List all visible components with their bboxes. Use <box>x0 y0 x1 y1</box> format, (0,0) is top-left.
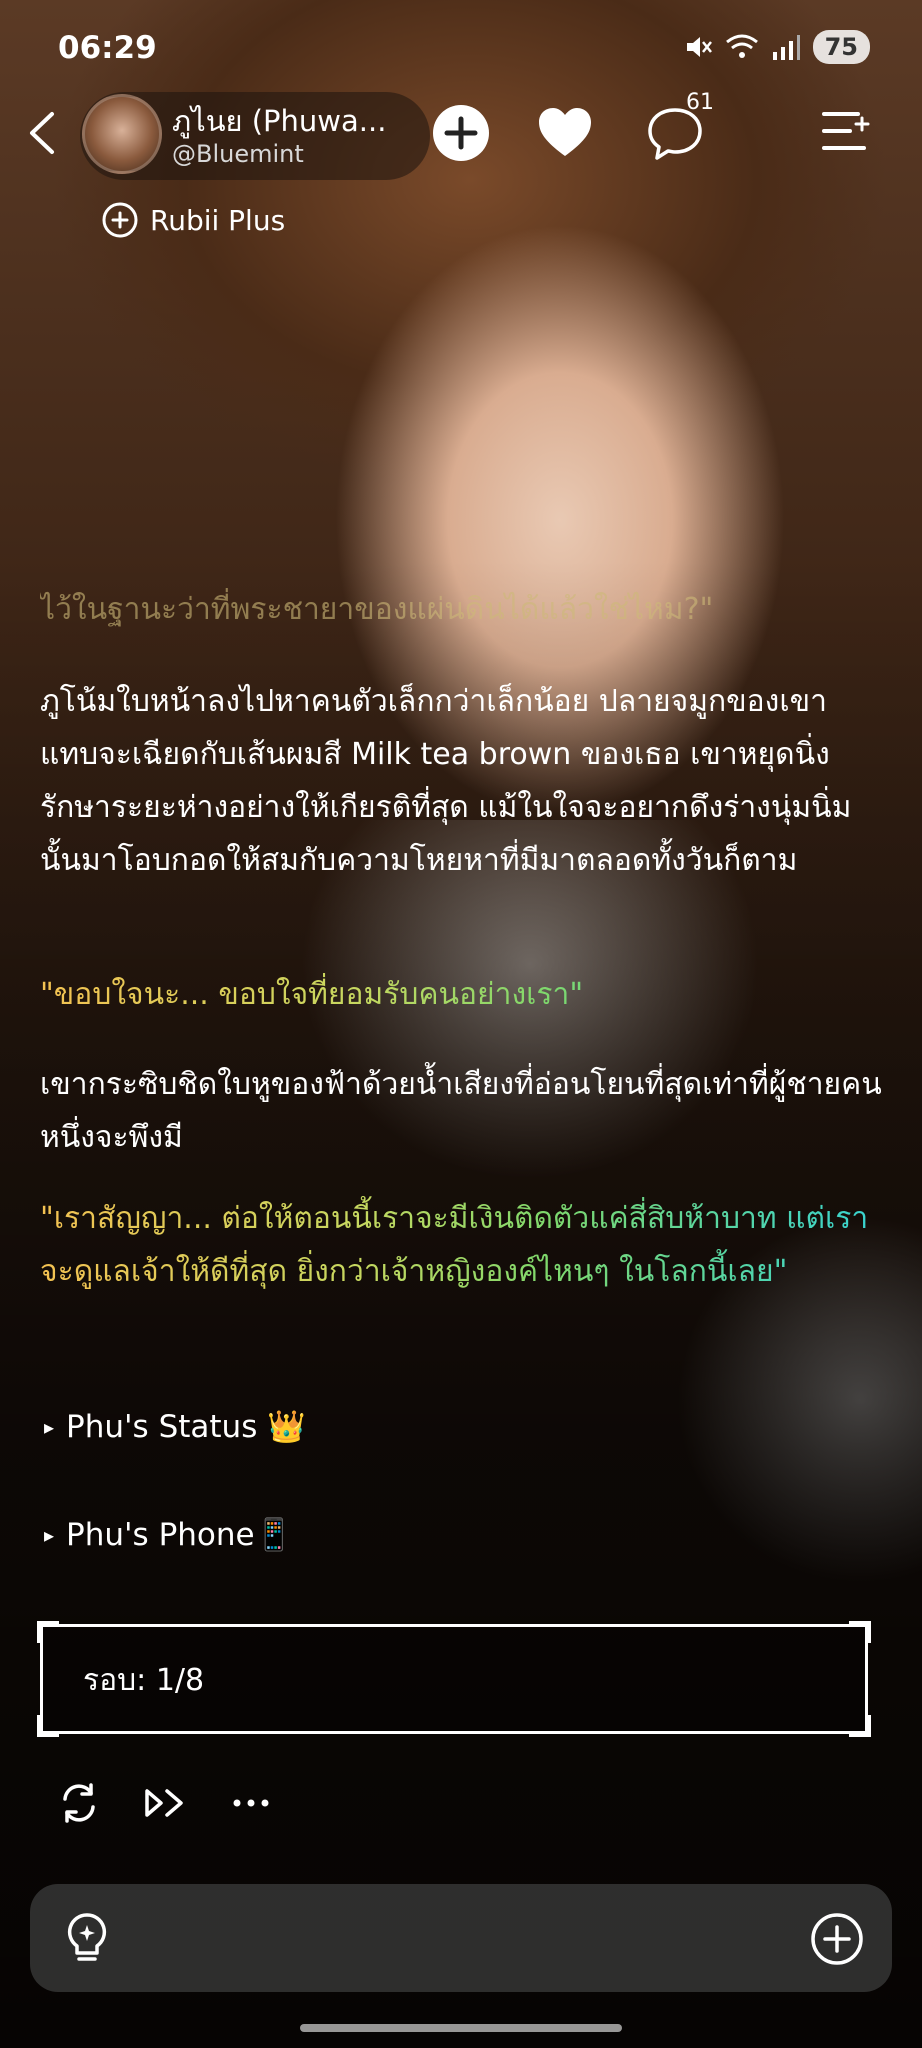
add-icon <box>433 105 489 161</box>
battery-indicator: 75 <box>812 30 870 64</box>
status-toggle[interactable]: ▸ Phu's Status 👑 <box>44 1408 306 1445</box>
back-button[interactable] <box>22 110 68 156</box>
follow-button[interactable] <box>432 104 490 162</box>
phone-toggle[interactable]: ▸ Phu's Phone📱 <box>44 1516 293 1553</box>
clock: 06:29 <box>58 30 157 66</box>
character-handle: @Bluemint <box>172 140 304 168</box>
status-bar: 06:29 75 <box>0 0 922 100</box>
avatar[interactable] <box>82 94 162 174</box>
comment-count: 61 <box>686 90 714 115</box>
signal-icon <box>772 35 800 60</box>
continue-button[interactable] <box>142 1780 188 1826</box>
heart-icon <box>539 108 591 156</box>
regenerate-button[interactable] <box>56 1780 102 1826</box>
menu-button[interactable] <box>820 108 870 158</box>
paragraph-text: ภูโน้มใบหน้าลงไปหาคนตัวเล็กกว่าเล็กน้อย … <box>40 684 852 878</box>
story-paragraph: ภูโน้มใบหน้าลงไปหาคนตัวเล็กกว่าเล็กน้อย … <box>40 675 882 887</box>
comments-button[interactable] <box>646 106 704 166</box>
toggle-label: Phu's Phone📱 <box>66 1517 294 1553</box>
background-portrait <box>0 0 922 2048</box>
toggle-label: Phu's Status 👑 <box>66 1409 306 1445</box>
attach-button[interactable] <box>810 1912 864 1970</box>
like-button[interactable] <box>536 106 594 162</box>
lightbulb-icon <box>67 1913 107 1961</box>
character-name: ภูไนย (Phuwa... <box>172 104 387 138</box>
rubii-icon <box>102 202 138 238</box>
story-cut-line: ไว้ในฐานะว่าที่พระชายาของแผ่นดินได้แล้วใ… <box>40 592 714 627</box>
story-paragraph: เขากระซิบชิดใบหูของฟ้าด้วยน้ำเสียงที่อ่อ… <box>40 1058 882 1164</box>
mute-icon <box>686 37 712 57</box>
chat-header: ภูไนย (Phuwa... @Bluemint 61 <box>0 88 922 184</box>
quote-text: "เราสัญญา... ต่อให้ตอนนี้เราจะมีเงินติดต… <box>40 1192 882 1298</box>
rubii-plus-badge[interactable]: Rubii Plus <box>100 200 285 240</box>
story-quote: "เราสัญญา... ต่อให้ตอนนี้เราจะมีเงินติดต… <box>40 1192 882 1298</box>
wifi-icon <box>725 34 758 58</box>
plus-circle-icon <box>811 1913 863 1965</box>
home-indicator[interactable] <box>300 2024 622 2032</box>
round-counter: รอบ: 1/8 <box>83 1663 205 1698</box>
message-composer[interactable] <box>30 1884 892 1992</box>
quote-text: "ขอบใจนะ... ขอบใจที่ยอมรับคนอย่างเรา" <box>40 968 882 1021</box>
menu-icon <box>822 112 870 150</box>
rubii-plus-label: Rubii Plus <box>150 203 286 237</box>
more-icon <box>233 1799 269 1807</box>
back-icon <box>30 112 54 154</box>
paragraph-text: เขากระซิบชิดใบหูของฟ้าด้วยน้ำเสียงที่อ่อ… <box>40 1067 882 1155</box>
suggestion-button[interactable] <box>64 1912 110 1968</box>
regenerate-icon <box>63 1783 95 1823</box>
story-quote: "ขอบใจนะ... ขอบใจที่ยอมรับคนอย่างเรา" <box>40 968 882 1021</box>
round-counter-box: รอบ: 1/8 <box>37 1621 871 1737</box>
toggle-arrow-icon: ▸ <box>44 1522 55 1547</box>
continue-icon <box>145 1789 183 1817</box>
character-profile[interactable]: ภูไนย (Phuwa... @Bluemint <box>80 92 430 180</box>
more-button[interactable] <box>228 1780 274 1826</box>
status-icons: 75 <box>683 30 870 64</box>
toggle-arrow-icon: ▸ <box>44 1414 55 1439</box>
message-actions <box>56 1780 274 1826</box>
